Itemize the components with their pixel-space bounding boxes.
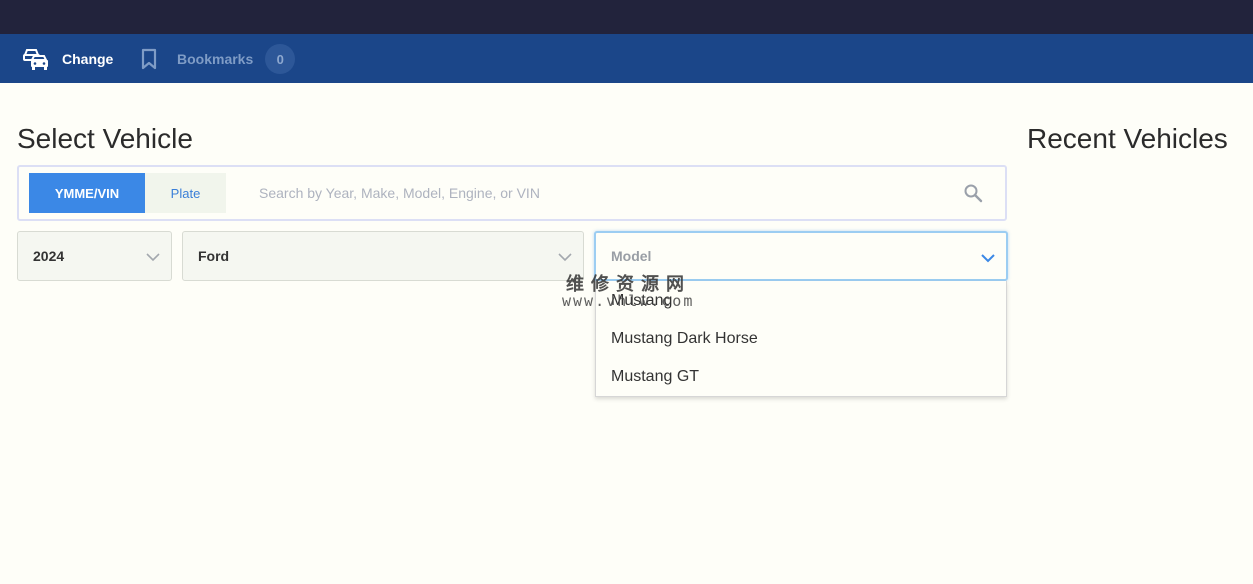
tab-plate[interactable]: Plate	[145, 173, 226, 213]
chevron-down-icon	[146, 253, 160, 262]
bookmarks-count-badge: 0	[265, 44, 296, 74]
make-select[interactable]: Ford	[182, 231, 584, 281]
dropdown-option-mustang-dark-horse[interactable]: Mustang Dark Horse	[611, 330, 758, 348]
bookmarks-label: Bookmarks	[177, 51, 254, 67]
watermark-url: www.vhlw.com	[562, 292, 695, 310]
car-swap-icon	[23, 49, 48, 70]
change-vehicle-button[interactable]: Change	[22, 44, 113, 74]
search-panel: YMME/VIN Plate	[17, 165, 1007, 221]
model-placeholder: Model	[611, 248, 652, 264]
year-select[interactable]: 2024	[17, 231, 172, 281]
page-title: Select Vehicle	[17, 123, 193, 154]
tab-ymme-vin[interactable]: YMME/VIN	[29, 173, 145, 213]
bookmark-icon	[141, 48, 157, 70]
chevron-down-icon	[981, 254, 995, 263]
vehicle-search-input[interactable]	[259, 173, 949, 213]
change-label: Change	[62, 51, 114, 67]
year-value: 2024	[33, 248, 65, 264]
bookmarks-button[interactable]: Bookmarks 0	[137, 44, 296, 74]
dropdown-option-mustang-gt[interactable]: Mustang GT	[611, 368, 699, 386]
top-bar	[0, 0, 1253, 34]
search-icon[interactable]	[963, 183, 983, 203]
make-value: Ford	[198, 248, 230, 264]
recent-vehicles-title: Recent Vehicles	[1027, 123, 1228, 154]
chevron-down-icon	[558, 253, 572, 262]
